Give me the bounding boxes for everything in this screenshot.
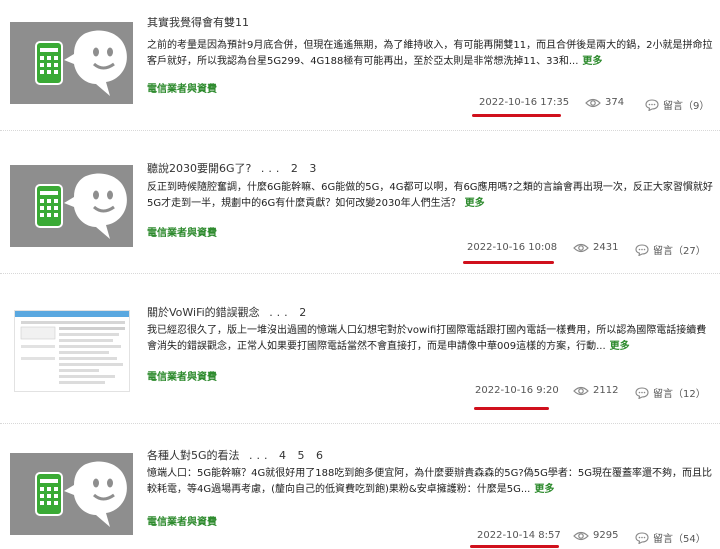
eye-icon <box>573 531 589 540</box>
view-count: 2431 <box>573 242 618 253</box>
post-thumbnail[interactable] <box>10 453 133 535</box>
post-thumbnail[interactable] <box>10 22 133 104</box>
eye-icon <box>573 386 589 395</box>
comment-count[interactable]: 留言（54） <box>635 530 706 545</box>
post-date: 2022-10-14 8:57 <box>477 530 561 541</box>
view-count: 374 <box>585 97 624 108</box>
phone-mascot-icon <box>10 22 133 104</box>
page-link[interactable]: 2 <box>291 162 302 175</box>
post-date: 2022-10-16 10:08 <box>467 242 558 253</box>
post-excerpt: 憶端人口：5G能幹嘛？4G就很好用了188吃到飽多便宜阿，為什麼要辦貴森森的5G… <box>147 468 712 495</box>
post-title[interactable]: 聽說2030要開6G了? ... 2 3 <box>147 160 320 176</box>
post-item: 其實我覺得會有雙11 之前的考量是因為預計9月底合併，但現在遙遙無期，為了維持收… <box>0 0 720 131</box>
more-link[interactable]: 更多 <box>534 484 554 495</box>
more-link[interactable]: 更多 <box>610 341 630 352</box>
comment-icon <box>635 243 649 256</box>
post-item: 各種人對5G的看法 ... 4 5 6 憶端人口：5G能幹嘛？4G就很好用了18… <box>0 424 720 549</box>
post-title[interactable]: 其實我覺得會有雙11 <box>147 14 249 30</box>
more-link[interactable]: 更多 <box>465 198 485 209</box>
post-date: 2022-10-16 17:35 <box>479 97 570 108</box>
post-date: 2022-10-16 9:20 <box>475 385 559 396</box>
view-count: 9295 <box>573 530 618 541</box>
post-excerpt: 我已經忍很久了，版上一堆沒出過國的憶端人口幻想宅對於vowifi打國際電話跟打國… <box>147 325 707 352</box>
page-links: ... 2 <box>269 306 310 319</box>
comment-icon <box>635 531 649 544</box>
post-title[interactable]: 關於VoWiFi的錯誤觀念 ... 2 <box>147 304 310 320</box>
document-screenshot-icon <box>15 311 129 391</box>
date-highlight <box>463 261 554 264</box>
page-links: ... 4 5 6 <box>249 449 327 462</box>
post-title[interactable]: 各種人對5G的看法 ... 4 5 6 <box>147 447 327 463</box>
post-item: 關於VoWiFi的錯誤觀念 ... 2 我已經忍很久了，版上一堆沒出過國的憶端人… <box>0 274 720 424</box>
comment-count[interactable]: 留言（12） <box>635 385 706 400</box>
page-ellipsis: ... <box>260 162 284 175</box>
phone-mascot-icon <box>10 165 133 247</box>
page-ellipsis: ... <box>269 306 292 319</box>
comment-icon <box>645 98 659 111</box>
post-category[interactable]: 電信業者與資費 <box>147 80 217 95</box>
post-category[interactable]: 電信業者與資費 <box>147 368 217 383</box>
page-ellipsis: ... <box>249 449 272 462</box>
date-highlight <box>474 407 549 410</box>
page-link[interactable]: 2 <box>299 306 310 319</box>
page-links: ... 2 3 <box>261 162 321 175</box>
eye-icon <box>573 243 589 252</box>
page-link[interactable]: 6 <box>316 449 327 462</box>
comment-count[interactable]: 留言（27） <box>635 242 706 257</box>
comment-count[interactable]: 留言（9） <box>645 97 709 112</box>
post-category[interactable]: 電信業者與資費 <box>147 224 217 239</box>
page-link[interactable]: 3 <box>309 162 320 175</box>
post-excerpt: 反正到時候隨腔奮調，什麼6G能幹嘛、6G能做的5G，4G都可以啊，有6G應用嗎?… <box>147 182 713 209</box>
view-count: 2112 <box>573 385 618 396</box>
phone-mascot-icon <box>10 453 133 535</box>
post-excerpt: 之前的考量是因為預計9月底合併，但現在遙遙無期，為了維持收入，有可能再開雙11，… <box>147 40 713 67</box>
post-thumbnail[interactable] <box>14 310 130 392</box>
more-link[interactable]: 更多 <box>582 56 602 67</box>
post-category[interactable]: 電信業者與資費 <box>147 513 217 528</box>
date-highlight <box>472 114 561 117</box>
page-link[interactable]: 5 <box>298 449 309 462</box>
post-item: 聽說2030要開6G了? ... 2 3 反正到時候隨腔奮調，什麼6G能幹嘛、6… <box>0 131 720 274</box>
post-thumbnail[interactable] <box>10 165 133 247</box>
eye-icon <box>585 98 601 107</box>
date-highlight <box>470 545 559 548</box>
page-link[interactable]: 4 <box>279 449 290 462</box>
comment-icon <box>635 386 649 399</box>
